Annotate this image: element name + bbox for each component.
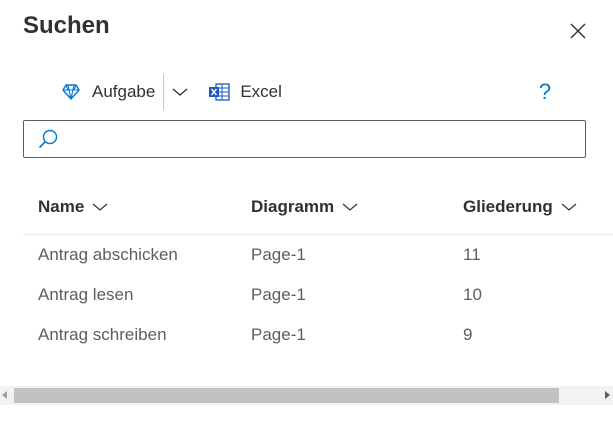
scrollbar-thumb[interactable] xyxy=(14,388,559,403)
search-box[interactable] xyxy=(23,120,586,158)
search-panel: Suchen Aufgabe Excel ? Name Diagramm Gli… xyxy=(0,0,613,446)
panel-title: Suchen xyxy=(23,12,110,39)
close-button[interactable] xyxy=(566,19,590,43)
excel-button-label: Excel xyxy=(240,82,282,101)
search-input[interactable] xyxy=(66,121,585,157)
chevron-down-icon xyxy=(342,202,358,212)
help-button[interactable]: ? xyxy=(532,79,558,105)
cell-diagram: Page-1 xyxy=(251,285,306,304)
chevron-down-icon xyxy=(172,88,188,96)
column-header-label: Name xyxy=(38,197,85,216)
diamond-icon xyxy=(60,81,82,103)
cell-name: Antrag abschicken xyxy=(38,245,178,264)
cell-name: Antrag lesen xyxy=(38,285,134,304)
results-grid: Name Diagramm Gliederung Antrag abschick… xyxy=(23,180,613,355)
column-header-label: Diagramm xyxy=(251,197,335,216)
cell-outline: 11 xyxy=(463,245,481,264)
task-dropdown-button[interactable] xyxy=(164,74,196,110)
search-icon xyxy=(30,121,66,157)
chevron-down-icon xyxy=(92,202,108,212)
task-button[interactable]: Aufgabe xyxy=(60,74,155,110)
excel-icon xyxy=(208,81,230,103)
task-button-label: Aufgabe xyxy=(92,82,156,101)
scroll-right-arrow-icon[interactable] xyxy=(605,391,610,399)
scroll-left-arrow-icon[interactable] xyxy=(2,391,7,399)
column-header-outline[interactable]: Gliederung xyxy=(463,180,577,234)
cell-diagram: Page-1 xyxy=(251,245,306,264)
column-header-name[interactable]: Name xyxy=(38,180,108,234)
table-row[interactable]: Antrag schreiben Page-1 9 xyxy=(23,315,613,355)
excel-button[interactable]: Excel xyxy=(208,74,282,110)
column-header-label: Gliederung xyxy=(463,197,553,216)
table-row[interactable]: Antrag abschicken Page-1 11 xyxy=(23,235,613,275)
cell-outline: 9 xyxy=(463,325,473,344)
table-row[interactable]: Antrag lesen Page-1 10 xyxy=(23,275,613,315)
column-header-diagram[interactable]: Diagramm xyxy=(251,180,358,234)
cell-diagram: Page-1 xyxy=(251,325,306,344)
cell-name: Antrag schreiben xyxy=(38,325,167,344)
grid-header: Name Diagramm Gliederung xyxy=(23,180,613,235)
toolbar: Aufgabe Excel xyxy=(60,74,282,110)
horizontal-scrollbar[interactable] xyxy=(0,386,613,405)
cell-outline: 10 xyxy=(463,285,482,304)
chevron-down-icon xyxy=(561,202,577,212)
close-icon xyxy=(570,23,586,39)
